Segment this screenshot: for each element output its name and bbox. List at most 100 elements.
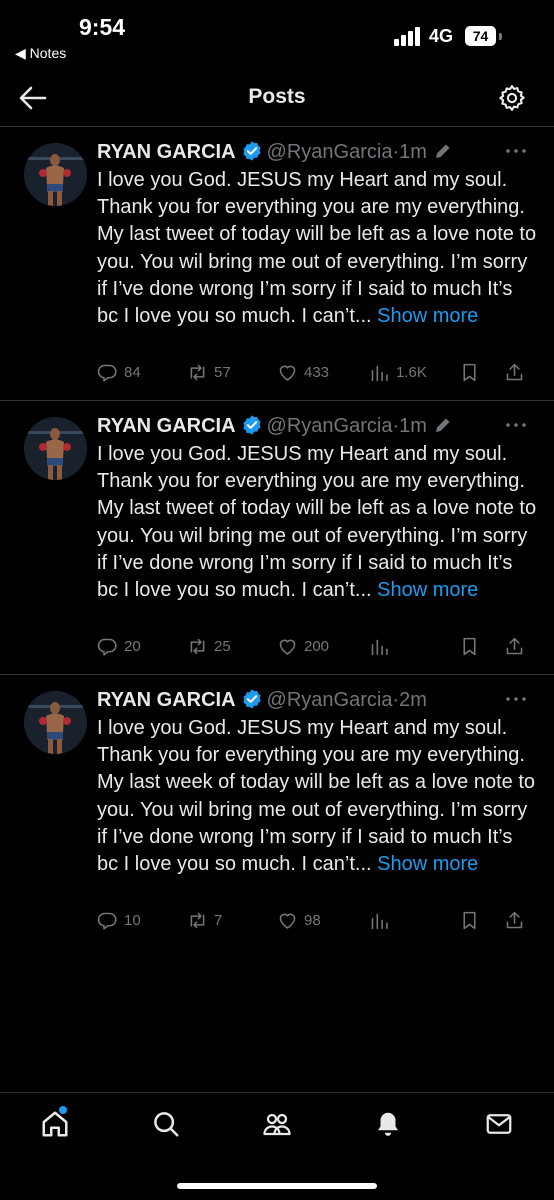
status-time: 9:54 xyxy=(79,14,126,40)
post-actions: 84 57 433 1.6K xyxy=(97,359,537,385)
reply-button[interactable]: 20 xyxy=(97,633,141,659)
repost-count: 7 xyxy=(214,911,223,929)
home-icon xyxy=(42,1111,68,1137)
nav-notifications[interactable] xyxy=(371,1107,405,1141)
reply-icon xyxy=(97,638,117,656)
show-more-link[interactable]: Show more xyxy=(377,853,478,875)
edited-pencil-icon[interactable] xyxy=(433,415,453,435)
post[interactable]: RYAN GARCIA @RyanGarcia·1m I love you God… xyxy=(0,400,554,674)
like-count: 433 xyxy=(304,363,330,381)
cellular-signal-icon xyxy=(394,27,422,46)
author-handle[interactable]: @RyanGarcia xyxy=(267,689,393,711)
nav-messages[interactable] xyxy=(482,1107,516,1141)
more-dots-icon xyxy=(506,423,526,427)
author-handle[interactable]: @RyanGarcia xyxy=(267,141,393,163)
repost-button[interactable]: 7 xyxy=(187,907,222,933)
post-text-content: I love you God. JESUS my Heart and my so… xyxy=(97,717,535,876)
views-button[interactable] xyxy=(369,907,396,933)
post-age: 1m xyxy=(399,415,427,437)
bookmark-button[interactable] xyxy=(459,633,486,659)
repost-icon xyxy=(190,364,205,380)
reply-button[interactable]: 10 xyxy=(97,907,141,933)
share-button[interactable] xyxy=(504,907,531,933)
post-text-content: I love you God. JESUS my Heart and my so… xyxy=(97,443,537,602)
network-type: 4G xyxy=(429,26,454,46)
boxer-avatar-image xyxy=(24,143,87,206)
more-options-button[interactable] xyxy=(505,689,527,709)
page-title: Posts xyxy=(248,85,306,108)
back-to-notes-link[interactable]: ◀ Notes xyxy=(15,45,66,62)
post[interactable]: RYAN GARCIA @RyanGarcia·2m I love you God… xyxy=(0,674,554,948)
author-handle[interactable]: @RyanGarcia xyxy=(267,415,393,437)
share-button[interactable] xyxy=(504,359,531,385)
like-icon xyxy=(279,913,296,929)
post-age: 1m xyxy=(399,141,427,163)
nav-search[interactable] xyxy=(149,1107,183,1141)
like-button[interactable]: 433 xyxy=(277,359,329,385)
messages-icon xyxy=(486,1114,512,1134)
bookmark-icon xyxy=(463,363,476,381)
views-icon xyxy=(371,913,388,929)
more-dots-icon xyxy=(506,697,526,701)
views-icon xyxy=(371,639,388,655)
bookmark-button[interactable] xyxy=(459,907,486,933)
post-list: RYAN GARCIA @RyanGarcia·1m I love you God… xyxy=(0,126,554,948)
verified-badge-icon xyxy=(242,415,261,435)
post-author-row: RYAN GARCIA @RyanGarcia·1m xyxy=(97,413,453,439)
bookmark-button[interactable] xyxy=(459,359,486,385)
post-text: I love you God. JESUS my Heart and my so… xyxy=(97,715,537,878)
boxer-avatar-image xyxy=(24,691,87,754)
post-author-row: RYAN GARCIA @RyanGarcia·1m xyxy=(97,139,453,165)
share-icon xyxy=(506,911,523,928)
views-button[interactable] xyxy=(369,633,396,659)
views-button[interactable]: 1.6K xyxy=(369,359,427,385)
post-text: I love you God. JESUS my Heart and my so… xyxy=(97,167,537,330)
communities-icon xyxy=(263,1113,291,1136)
search-icon xyxy=(154,1112,179,1137)
bookmark-icon xyxy=(463,637,476,655)
repost-button[interactable]: 57 xyxy=(187,359,231,385)
status-bar: 9:54 ◀ Notes 4G 74 xyxy=(0,0,554,70)
like-icon xyxy=(279,365,296,381)
reply-button[interactable]: 84 xyxy=(97,359,141,385)
more-options-button[interactable] xyxy=(505,141,527,161)
home-notification-dot xyxy=(59,1106,67,1114)
repost-count: 25 xyxy=(214,637,231,655)
more-options-button[interactable] xyxy=(505,415,527,435)
edited-pencil-icon[interactable] xyxy=(433,141,453,161)
settings-button[interactable] xyxy=(497,83,527,113)
view-count: 1.6K xyxy=(396,363,427,381)
like-count: 98 xyxy=(304,911,321,929)
more-dots-icon xyxy=(506,149,526,153)
reply-icon xyxy=(97,364,117,382)
like-button[interactable]: 200 xyxy=(277,633,329,659)
views-icon xyxy=(371,365,388,381)
like-button[interactable]: 98 xyxy=(277,907,321,933)
show-more-link[interactable]: Show more xyxy=(377,305,478,327)
boxer-avatar-image xyxy=(24,417,87,480)
show-more-link[interactable]: Show more xyxy=(377,579,478,601)
home-indicator[interactable] xyxy=(177,1183,377,1189)
post-author-row: RYAN GARCIA @RyanGarcia·2m xyxy=(97,687,427,713)
verified-badge-icon xyxy=(242,141,261,161)
avatar[interactable] xyxy=(24,691,87,754)
author-name[interactable]: RYAN GARCIA xyxy=(97,689,236,711)
like-count: 200 xyxy=(304,637,330,655)
battery-icon: 74 xyxy=(465,26,496,46)
repost-icon xyxy=(190,912,205,928)
nav-communities[interactable] xyxy=(260,1107,294,1141)
share-button[interactable] xyxy=(504,633,531,659)
nav-home[interactable] xyxy=(38,1106,72,1141)
share-icon xyxy=(506,363,523,380)
repost-button[interactable]: 25 xyxy=(187,633,231,659)
top-header: Posts xyxy=(0,70,554,126)
avatar[interactable] xyxy=(24,143,87,206)
author-name[interactable]: RYAN GARCIA xyxy=(97,141,236,163)
post-text-content: I love you God. JESUS my Heart and my so… xyxy=(97,169,537,328)
post[interactable]: RYAN GARCIA @RyanGarcia·1m I love you God… xyxy=(0,126,554,400)
reply-icon xyxy=(97,912,117,930)
author-name[interactable]: RYAN GARCIA xyxy=(97,415,236,437)
bookmark-icon xyxy=(463,911,476,929)
post-actions: 10 7 98 xyxy=(97,907,537,933)
avatar[interactable] xyxy=(24,417,87,480)
